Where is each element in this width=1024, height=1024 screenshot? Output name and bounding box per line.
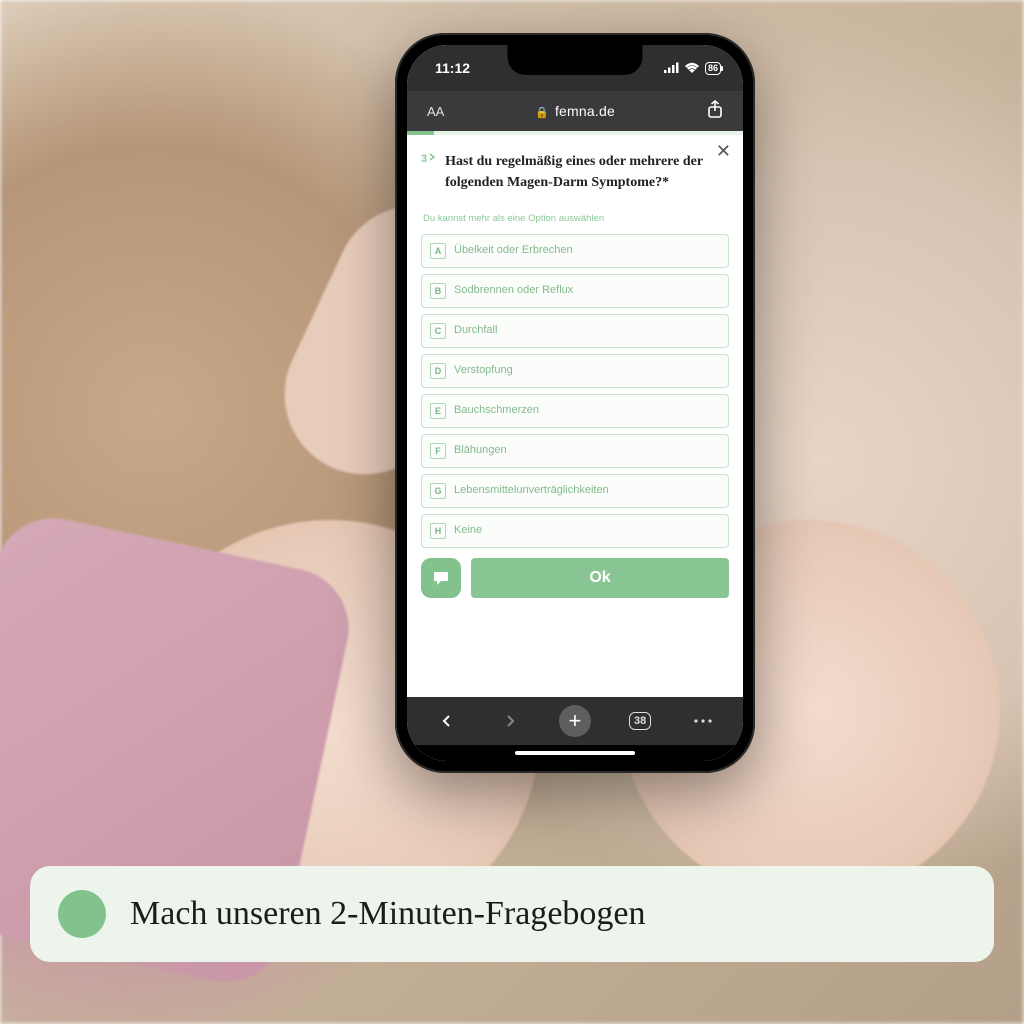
tabs-icon[interactable]: 38 — [626, 707, 654, 735]
lock-icon: 🔒 — [535, 107, 549, 119]
banner-dot-icon — [58, 890, 106, 938]
option-h[interactable]: HKeine — [421, 514, 729, 548]
option-e[interactable]: EBauchschmerzen — [421, 394, 729, 428]
option-c[interactable]: CDurchfall — [421, 314, 729, 348]
more-icon[interactable] — [689, 707, 717, 735]
forward-icon[interactable] — [496, 707, 524, 735]
close-icon[interactable]: ✕ — [716, 141, 731, 162]
banner-text: Mach unseren 2-Minuten-Fragebogen — [130, 895, 646, 933]
option-d[interactable]: DVerstopfung — [421, 354, 729, 388]
url-text: 🔒femna.de — [535, 103, 615, 119]
option-b[interactable]: BSodbrennen oder Reflux — [421, 274, 729, 308]
notch — [508, 45, 643, 75]
option-f[interactable]: FBlähungen — [421, 434, 729, 468]
option-a[interactable]: AÜbelkeit oder Erbrechen — [421, 234, 729, 268]
new-tab-icon[interactable]: + — [559, 705, 591, 737]
phone-frame: 11:12 86 AA 🔒femna.de ✕ — [395, 33, 755, 773]
hint-text: Du kannst mehr als eine Option auswählen — [423, 213, 729, 224]
phone-screen: 11:12 86 AA 🔒femna.de ✕ — [407, 45, 743, 761]
text-size-icon[interactable]: AA — [427, 104, 444, 119]
browser-toolbar: + 38 — [407, 697, 743, 745]
share-icon[interactable] — [707, 100, 723, 123]
battery-icon: 86 — [705, 62, 721, 75]
wifi-icon — [684, 60, 700, 76]
question-text: Hast du regelmäßig eines oder mehrere de… — [445, 151, 729, 193]
survey-content: ✕ 3 Hast du regelmäßig eines oder mehrer… — [407, 131, 743, 697]
option-g[interactable]: GLebensmittelunverträglichkeiten — [421, 474, 729, 508]
question-number: 3 — [421, 153, 437, 193]
chat-button[interactable] — [421, 558, 461, 598]
signal-icon — [664, 60, 679, 76]
options-list: AÜbelkeit oder Erbrechen BSodbrennen ode… — [421, 234, 729, 548]
progress-bar — [407, 131, 743, 135]
cta-banner[interactable]: Mach unseren 2-Minuten-Fragebogen — [30, 866, 994, 962]
home-indicator[interactable] — [407, 745, 743, 761]
browser-url-bar[interactable]: AA 🔒femna.de — [407, 91, 743, 131]
ok-button[interactable]: Ok — [471, 558, 729, 598]
status-time: 11:12 — [435, 60, 470, 76]
back-icon[interactable] — [433, 707, 461, 735]
